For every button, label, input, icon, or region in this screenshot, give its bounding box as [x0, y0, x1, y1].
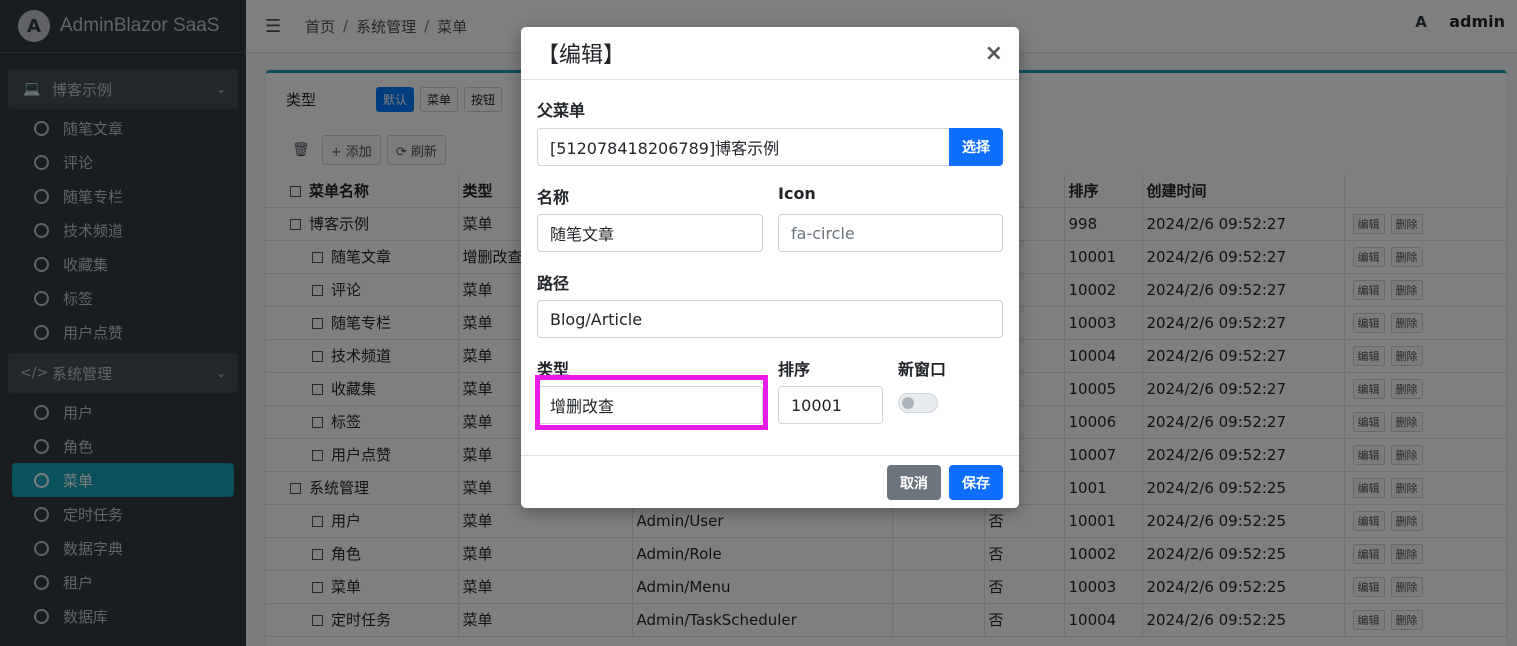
- path-input[interactable]: Blog/Article: [537, 300, 1003, 338]
- dialog-header: 【编辑】 ×: [521, 27, 1019, 80]
- parent-menu-input[interactable]: [512078418206789]博客示例: [537, 128, 950, 166]
- dialog-title: 【编辑】: [537, 43, 626, 68]
- new-window-label: 新窗口: [898, 360, 947, 379]
- select-parent-button[interactable]: 选择: [949, 128, 1003, 166]
- close-icon[interactable]: ×: [985, 41, 1003, 66]
- save-button[interactable]: 保存: [949, 465, 1003, 500]
- toggle-knob: [902, 397, 914, 409]
- path-label: 路径: [537, 274, 570, 293]
- dialog-footer: 取消 保存: [521, 455, 1019, 508]
- parent-menu-label: 父菜单: [537, 101, 586, 120]
- icon-input[interactable]: fa-circle: [778, 214, 1003, 252]
- new-window-toggle[interactable]: [898, 393, 938, 413]
- name-label: 名称: [537, 188, 570, 207]
- edit-menu-dialog: 【编辑】 × 父菜单 [512078418206789]博客示例 选择 名称 随…: [521, 27, 1019, 508]
- sort-input[interactable]: 10001: [778, 386, 883, 424]
- highlight-box: [535, 375, 768, 430]
- icon-label: Icon: [778, 184, 816, 203]
- name-input[interactable]: 随笔文章: [537, 214, 763, 252]
- sort-label: 排序: [778, 360, 811, 379]
- cancel-button[interactable]: 取消: [887, 465, 941, 500]
